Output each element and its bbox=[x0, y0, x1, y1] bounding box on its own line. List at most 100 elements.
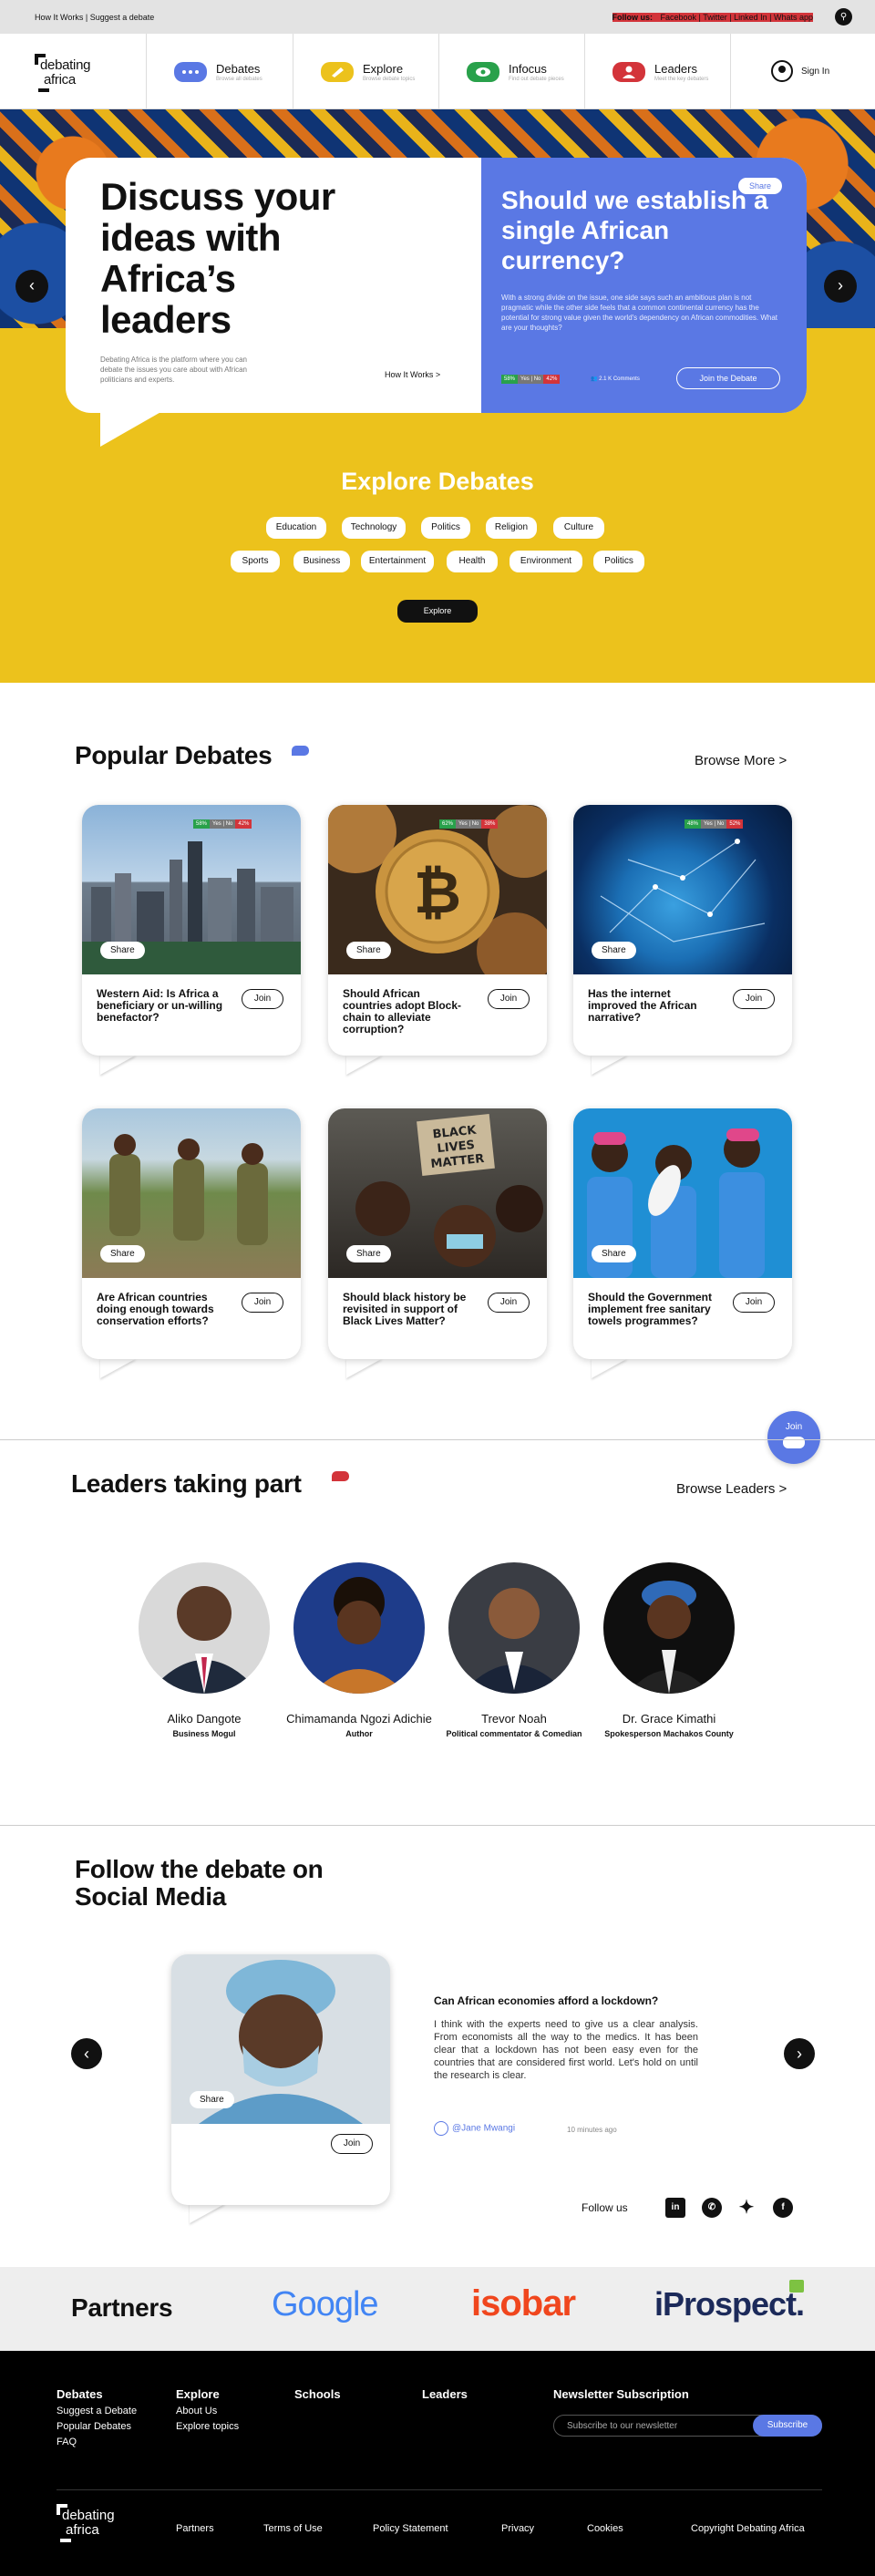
twitter-icon[interactable]: ✦ bbox=[736, 2198, 757, 2218]
card-share-button[interactable]: Share bbox=[346, 942, 391, 959]
nav-item-debates[interactable]: Debates Browse all debates bbox=[146, 34, 293, 109]
how-it-works-link[interactable]: How It Works bbox=[35, 13, 83, 22]
footer-bottom-link[interactable]: Privacy bbox=[501, 2523, 534, 2534]
follow-us-label: Follow us bbox=[582, 2201, 628, 2214]
vote-meter: 58% Yes | No 42% bbox=[501, 375, 561, 384]
footer-bottom-link[interactable]: Cookies bbox=[587, 2523, 623, 2534]
nav-item-leaders[interactable]: Leaders Meet the key debaters bbox=[584, 34, 730, 109]
social-prev-arrow[interactable]: ‹ bbox=[71, 2038, 102, 2069]
hero-how-it-works-link[interactable]: How It Works > bbox=[385, 370, 440, 379]
topic-pill[interactable]: Culture bbox=[553, 517, 604, 539]
search-icon[interactable]: ⚲ bbox=[835, 8, 852, 26]
linkedin-icon[interactable]: in bbox=[665, 2198, 685, 2218]
leader-role: Author bbox=[345, 1729, 373, 1738]
join-debate-button[interactable]: Join the Debate bbox=[676, 367, 780, 389]
isobar-logo[interactable]: isobar bbox=[471, 2283, 576, 2324]
topic-pill[interactable]: Education bbox=[266, 517, 326, 539]
footer-bottom-link[interactable]: Terms of Use bbox=[263, 2523, 323, 2534]
logo[interactable]: debating africa bbox=[35, 54, 108, 92]
browse-leaders-link[interactable]: Browse Leaders > bbox=[676, 1481, 787, 1497]
twitter-link[interactable]: Twitter bbox=[703, 13, 727, 22]
footer-link[interactable]: Popular Debates bbox=[57, 2419, 137, 2435]
social-next-arrow[interactable]: › bbox=[784, 2038, 815, 2069]
topic-pill[interactable]: Technology bbox=[342, 517, 406, 539]
card-join-button[interactable]: Join bbox=[488, 1293, 530, 1313]
card-join-button[interactable]: Join bbox=[242, 989, 283, 1009]
nav-sublabel: Meet the key debaters bbox=[654, 77, 709, 82]
leader-photo bbox=[603, 1562, 735, 1694]
card-tail bbox=[100, 1358, 137, 1378]
nav-item-infocus[interactable]: Infocus Find out debate pieces bbox=[438, 34, 584, 109]
card-join-button[interactable]: Join bbox=[733, 989, 775, 1009]
hero-prev-arrow[interactable]: ‹ bbox=[15, 270, 48, 303]
footer: Debates Suggest a Debate Popular Debates… bbox=[0, 2351, 875, 2576]
iprospect-logo[interactable]: iProspect. bbox=[654, 2285, 805, 2324]
linkedin-link[interactable]: Linked In bbox=[734, 13, 767, 22]
hero-section: ‹ › Discuss your ideas with Africa’s lea… bbox=[0, 109, 875, 683]
whatsapp-link[interactable]: Whats app bbox=[774, 13, 813, 22]
google-logo[interactable]: Google bbox=[272, 2285, 379, 2324]
footer-link[interactable]: FAQ bbox=[57, 2435, 137, 2450]
debate-card[interactable]: 48% Yes | No 52% Share Has the internet im… bbox=[573, 805, 792, 1075]
footer-bottom-link[interactable]: Policy Statement bbox=[373, 2523, 448, 2534]
hero-next-arrow[interactable]: › bbox=[824, 270, 857, 303]
nav-item-explore[interactable]: Explore Browse debate topics bbox=[293, 34, 438, 109]
card-share-button[interactable]: Share bbox=[592, 1245, 636, 1262]
footer-bottom-link[interactable]: Partners bbox=[176, 2523, 214, 2534]
vote-meter: 48% Yes | No 52% bbox=[685, 819, 744, 829]
post-author[interactable]: @Jane Mwangi bbox=[434, 2121, 515, 2136]
topic-pill[interactable]: Business bbox=[293, 551, 350, 572]
subscribe-button[interactable]: Subscribe bbox=[753, 2415, 822, 2437]
debate-card[interactable]: 58% Yes | No 42% Share Western Aid: Is Afr… bbox=[82, 805, 301, 1075]
browse-more-link[interactable]: Browse More > bbox=[695, 753, 787, 768]
footer-link[interactable]: Explore topics bbox=[176, 2419, 239, 2435]
author-handle: @Jane Mwangi bbox=[452, 2123, 516, 2134]
debate-card[interactable]: Share Are African countries doing enough… bbox=[82, 1108, 301, 1378]
card-share-button[interactable]: Share bbox=[346, 1245, 391, 1262]
sign-in-label: Sign In bbox=[801, 67, 830, 77]
debate-card[interactable]: Share Should the Government implement fr… bbox=[573, 1108, 792, 1378]
vote-meter: 62% Yes | No 38% bbox=[439, 819, 499, 829]
topic-pill[interactable]: Environment bbox=[510, 551, 582, 572]
footer-link[interactable]: About Us bbox=[176, 2404, 239, 2419]
topic-pill[interactable]: Religion bbox=[486, 517, 537, 539]
card-share-button[interactable]: Share bbox=[100, 942, 145, 959]
card-join-button[interactable]: Join bbox=[331, 2134, 373, 2154]
topic-pill[interactable]: Entertainment bbox=[361, 551, 434, 572]
card-tail bbox=[100, 1055, 137, 1075]
logo-text-top: debating bbox=[40, 57, 91, 73]
topic-pill[interactable]: Health bbox=[447, 551, 498, 572]
explore-button[interactable]: Explore bbox=[397, 600, 478, 623]
footer-schools-link[interactable]: Schools bbox=[294, 2387, 341, 2401]
card-join-button[interactable]: Join bbox=[242, 1293, 283, 1313]
facebook-link[interactable]: Facebook bbox=[661, 13, 697, 22]
featured-question: Should we establish a single African cur… bbox=[501, 186, 768, 274]
footer-heading: Debates bbox=[57, 2387, 103, 2401]
card-body: BLACK LIVES MATTER Share Should black hi… bbox=[328, 1108, 547, 1359]
card-title: Are African countries doing enough towar… bbox=[97, 1291, 214, 1327]
card-share-button[interactable]: Share bbox=[100, 1245, 145, 1262]
whatsapp-icon[interactable]: ✆ bbox=[702, 2198, 722, 2218]
footer-link[interactable]: Suggest a Debate bbox=[57, 2404, 137, 2419]
topic-pill[interactable]: Politics bbox=[593, 551, 644, 572]
topic-pill[interactable]: Sports bbox=[231, 551, 280, 572]
divider bbox=[0, 1439, 875, 1440]
footer-logo[interactable]: debating africa bbox=[57, 2504, 129, 2542]
card-join-button[interactable]: Join bbox=[733, 1293, 775, 1313]
nav-label: Explore bbox=[363, 62, 404, 76]
card-title: Should the Government implement free san… bbox=[588, 1291, 713, 1327]
topic-pill[interactable]: Politics bbox=[421, 517, 470, 539]
facebook-icon[interactable]: f bbox=[773, 2198, 793, 2218]
debate-card[interactable]: ₿ 62% Yes | No 38% Share Should African co… bbox=[328, 805, 547, 1075]
social-post-card[interactable]: Share Join bbox=[171, 1954, 390, 2205]
floating-join-button[interactable]: Join bbox=[767, 1411, 820, 1464]
quote-title: Can African economies afford a lockdown? bbox=[434, 1994, 659, 2007]
card-join-button[interactable]: Join bbox=[488, 989, 530, 1009]
card-share-button[interactable]: Share bbox=[592, 942, 636, 959]
debate-card[interactable]: BLACK LIVES MATTER Share Should black hi… bbox=[328, 1108, 547, 1378]
suggest-debate-link[interactable]: Suggest a debate bbox=[90, 13, 155, 22]
footer-leaders-link[interactable]: Leaders bbox=[422, 2387, 468, 2401]
card-body: 58% Yes | No 42% Share Western Aid: Is Afr… bbox=[82, 805, 301, 1056]
yes-percent: 58% bbox=[501, 375, 519, 384]
card-share-button[interactable]: Share bbox=[190, 2091, 234, 2108]
